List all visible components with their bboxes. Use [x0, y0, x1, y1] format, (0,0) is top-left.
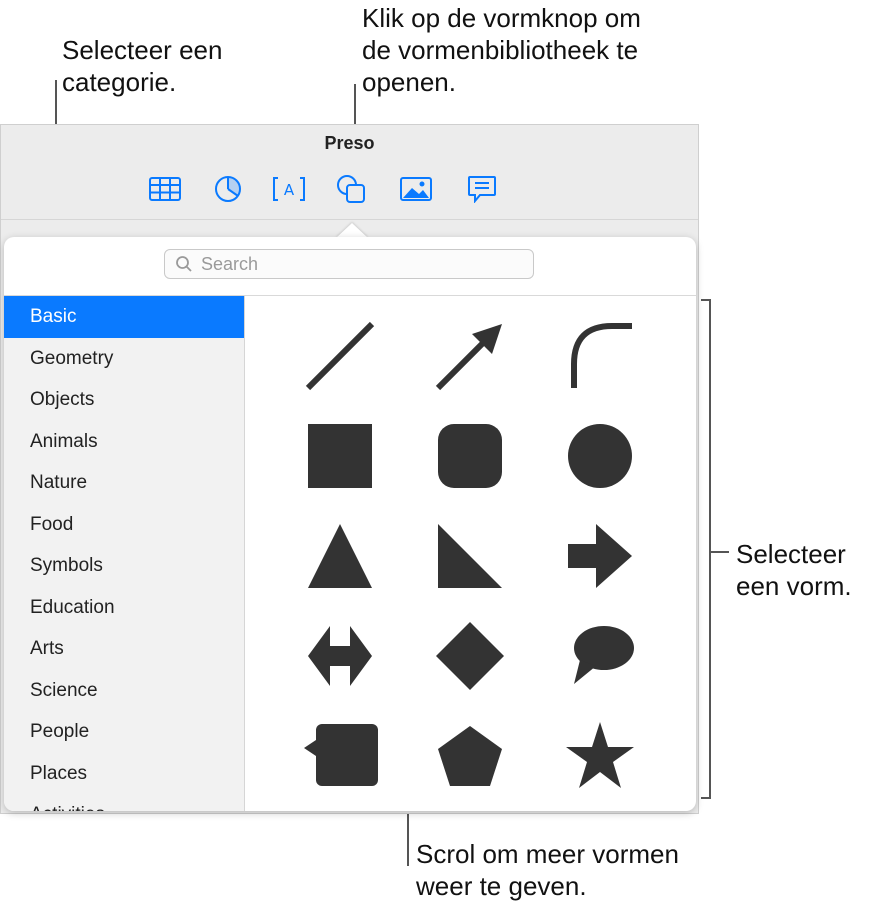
category-animals[interactable]: Animals: [4, 421, 244, 463]
text-box-icon: A: [273, 177, 305, 201]
category-education[interactable]: Education: [4, 587, 244, 629]
shape-circle[interactable]: [560, 416, 640, 496]
category-objects[interactable]: Objects: [4, 379, 244, 421]
shape-diamond[interactable]: [430, 616, 510, 696]
window-title: Preso: [324, 133, 375, 153]
shapes-grid: [245, 296, 696, 811]
category-food[interactable]: Food: [4, 504, 244, 546]
shape-pentagon[interactable]: [430, 716, 510, 796]
category-basic[interactable]: Basic: [4, 296, 244, 338]
shape-right-triangle[interactable]: [430, 516, 510, 596]
shape-rounded-square[interactable]: [430, 416, 510, 496]
media-icon: [400, 177, 432, 201]
shape-arrow[interactable]: [430, 316, 510, 396]
category-people[interactable]: People: [4, 711, 244, 753]
bracket-shapes: [701, 299, 711, 799]
table-icon: [149, 177, 181, 201]
chart-button[interactable]: [209, 171, 247, 207]
category-list[interactable]: Basic Geometry Objects Animals Nature Food Sym…: [4, 296, 245, 811]
category-science[interactable]: Science: [4, 670, 244, 712]
media-button[interactable]: [397, 171, 435, 207]
category-symbols[interactable]: Symbols: [4, 545, 244, 587]
callout-select-shape: Selecteer een vorm.: [736, 539, 852, 601]
text-box-button[interactable]: A: [270, 171, 308, 207]
comment-button[interactable]: [463, 171, 501, 207]
category-places[interactable]: Places: [4, 753, 244, 795]
shapes-popover: BasicGeometryObjectsAnimalsNatureFoodSym…: [4, 237, 696, 811]
shape-callout-square[interactable]: [300, 716, 380, 796]
shape-double-arrow[interactable]: [300, 616, 380, 696]
category-geometry[interactable]: Geometry: [4, 338, 244, 380]
bracket-tick: [711, 551, 729, 553]
toolbar-divider: [1, 219, 698, 220]
table-button[interactable]: [146, 171, 184, 207]
callout-shape-button: Klik op de vormknop om de vormenbiblioth…: [362, 3, 641, 97]
category-arts[interactable]: Arts: [4, 628, 244, 670]
search-field[interactable]: [164, 249, 534, 279]
callout-select-category: Selecteer een categorie.: [62, 35, 223, 97]
shape-speech-bubble[interactable]: [560, 616, 640, 696]
comment-icon: [468, 176, 496, 203]
popover-arrow: [336, 223, 368, 238]
shape-icon: [337, 175, 365, 203]
chart-icon: [215, 176, 241, 202]
callout-scroll: Scrol om meer vormen weer te geven.: [416, 839, 679, 901]
svg-text:A: A: [284, 181, 295, 199]
search-icon: [176, 256, 192, 272]
shape-triangle[interactable]: [300, 516, 380, 596]
category-nature[interactable]: Nature: [4, 462, 244, 504]
shape-button[interactable]: [332, 171, 370, 207]
shape-line[interactable]: [300, 316, 380, 396]
shape-right-arrow[interactable]: [560, 516, 640, 596]
shape-star[interactable]: [560, 716, 640, 796]
shape-square[interactable]: [300, 416, 380, 496]
category-activities[interactable]: Activities: [4, 794, 244, 811]
shape-curve[interactable]: [560, 316, 640, 396]
search-input[interactable]: [199, 252, 503, 276]
